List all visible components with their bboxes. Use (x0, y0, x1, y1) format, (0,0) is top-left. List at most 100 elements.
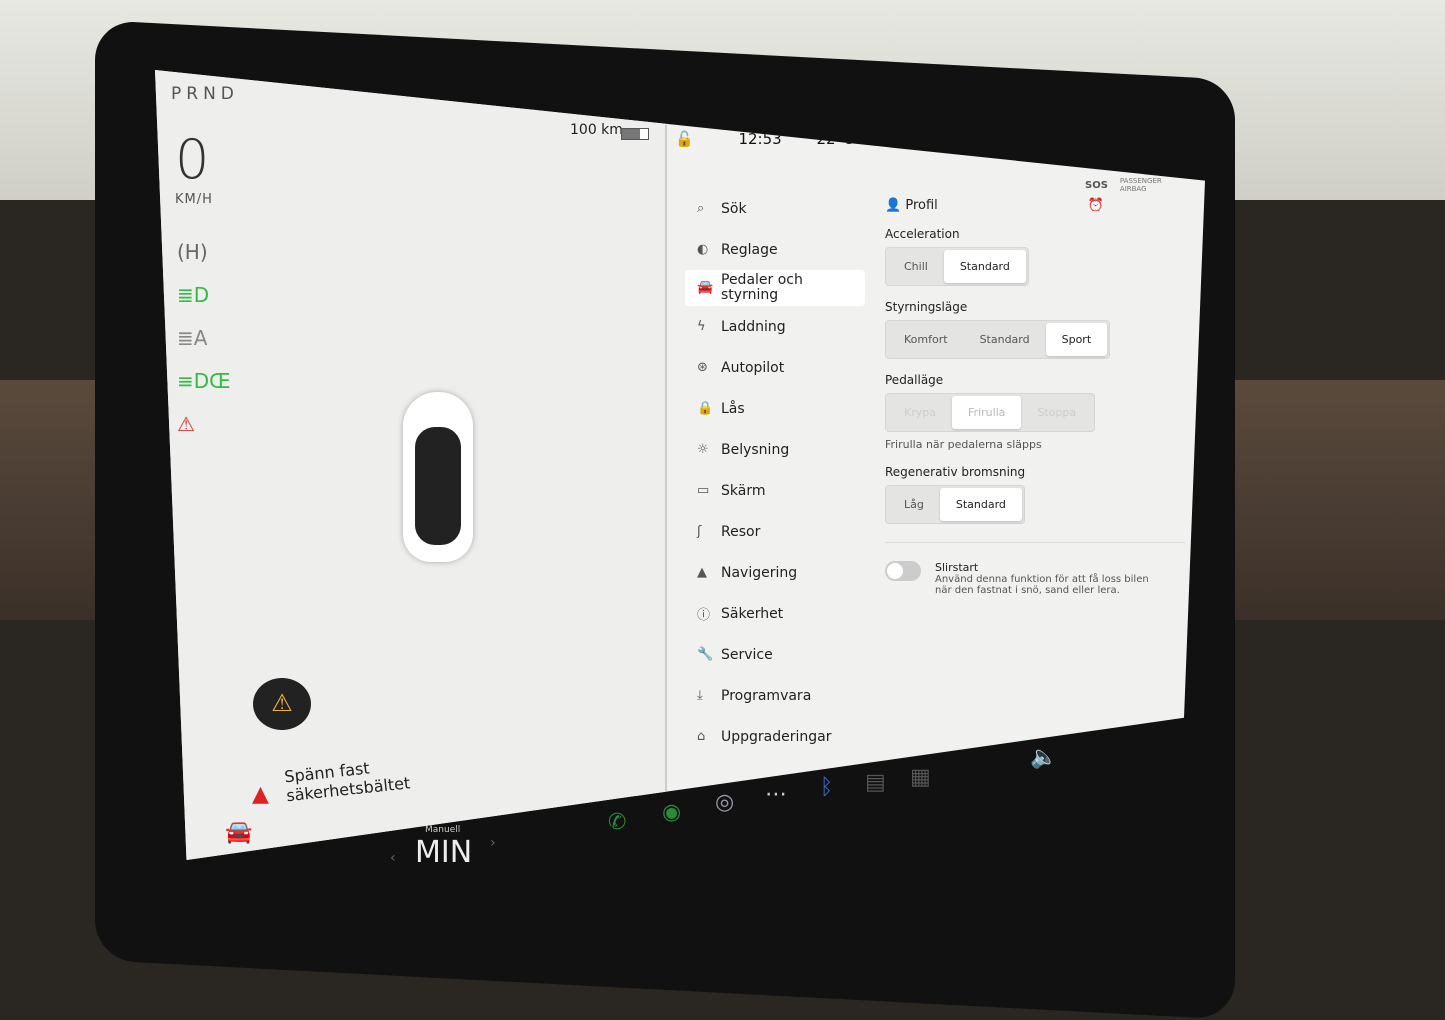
option-standard[interactable]: Standard (964, 323, 1046, 356)
parking-brake-hold-icon: (H) (177, 240, 208, 264)
menu-item-sakerhet[interactable]: ⓘ Säkerhet (685, 593, 865, 634)
menu-item-pedaler[interactable]: 🚘 Pedaler och styrning (685, 270, 865, 306)
menu-item-reglage[interactable]: ◐ Reglage (685, 229, 865, 270)
lock-icon[interactable]: 🔓 (675, 130, 694, 148)
menu-item-autopilot[interactable]: ⊛ Autopilot (685, 347, 865, 388)
speed-unit: KM/H (175, 192, 213, 207)
battery-icon (621, 128, 649, 140)
steering-label: Styrningsläge (885, 300, 968, 314)
menu-item-las[interactable]: 🔒 Lås (685, 388, 865, 429)
trips-icon: ʃ (697, 524, 702, 539)
navigation-icon: ▲ (697, 565, 707, 580)
option-frirulla[interactable]: Frirulla (951, 396, 1022, 429)
option-lag[interactable]: Låg (888, 488, 940, 521)
sos-icon: SOS (1085, 180, 1108, 192)
slip-start-toggle[interactable] (885, 561, 921, 581)
menu-label: Pedaler och styrning (721, 272, 803, 303)
menu-item-service[interactable]: 🔧 Service (685, 634, 865, 675)
alarm-icon: ⏰ (1087, 198, 1104, 213)
profile-button[interactable]: 👤 Profil ⏰ (885, 198, 1185, 213)
person-icon: 👤 (885, 198, 902, 213)
menu-label: Uppgraderingar (721, 728, 832, 745)
speed-value: 0 (175, 128, 210, 191)
menu-label: Reglage (721, 241, 778, 258)
search-icon: ⌕ (697, 201, 705, 216)
menu-item-skarm[interactable]: ▭ Skärm (685, 470, 865, 511)
menu-label: Belysning (721, 441, 790, 458)
menu-label: Säkerhet (721, 605, 784, 622)
pedal-selector: Krypa Frirulla Stoppa (885, 393, 1096, 432)
seatbelt-warning-icon: ⚠ (177, 412, 195, 436)
acceleration-selector: Chill Standard (885, 247, 1029, 286)
option-standard[interactable]: Standard (943, 250, 1026, 283)
volume-icon[interactable]: 🔈 (1030, 745, 1057, 770)
regen-label: Regenerativ bromsning (885, 465, 1026, 479)
settings-panel: 👤 Profil ⏰ Acceleration Chill Standard Sty… (885, 198, 1185, 596)
display-icon: ▭ (697, 483, 710, 498)
toggle-icon: ◐ (697, 242, 709, 257)
more-apps-icon[interactable]: ⋯ (765, 782, 787, 807)
car-icon[interactable]: 🚘 (225, 820, 252, 845)
option-standard[interactable]: Standard (939, 488, 1022, 521)
menu-item-sok[interactable]: ⌕ Sök (685, 188, 865, 229)
menu-label: Service (721, 646, 773, 663)
menu-label: Skärm (721, 482, 766, 499)
bolt-icon: ϟ (697, 319, 706, 334)
option-chill[interactable]: Chill (888, 250, 944, 283)
climate-mode: Manuell (425, 825, 461, 835)
pedal-label: Pedalläge (885, 373, 944, 387)
menu-item-belysning[interactable]: ☼ Belysning (685, 429, 865, 470)
menu-item-resor[interactable]: ʃ Resor (685, 511, 865, 552)
settings-menu: ⌕ Sök ◐ Reglage 🚘 Pedaler och styrning ϟ Lad… (685, 188, 865, 757)
slip-start-description: Använd denna funktion för att få loss bi… (935, 574, 1149, 596)
notes-icon[interactable]: ▤ (865, 770, 886, 795)
bluetooth-icon[interactable]: ᛒ (820, 775, 833, 800)
menu-label: Programvara (721, 687, 812, 704)
steering-selector: Komfort Standard Sport (885, 320, 1111, 359)
steering-wheel-icon: ⊛ (697, 360, 708, 375)
option-komfort[interactable]: Komfort (888, 323, 964, 356)
divider (665, 125, 667, 860)
menu-label: Sök (721, 200, 747, 217)
menu-label: Navigering (721, 564, 798, 581)
low-beam-icon: ≣D (177, 283, 210, 307)
acceleration-label: Acceleration (885, 227, 960, 241)
bag-icon: ⌂ (697, 729, 706, 744)
auto-high-beam-icon: ≣A (177, 326, 208, 350)
wrench-icon: 🔧 (697, 647, 714, 662)
menu-label: Lås (721, 400, 745, 417)
driver-cluster: PRND 0 KM/H 100 km (H) ≣D ≣A ≡DŒ ⚠ ⚠ ▲ S… (155, 70, 665, 860)
option-krypa[interactable]: Krypa (888, 396, 952, 429)
slip-start-label: Slirstart (935, 561, 979, 574)
temp-down-button[interactable]: ‹ (390, 850, 396, 866)
climate-temp[interactable]: MIN (415, 835, 472, 870)
camera-icon[interactable]: ◎ (715, 790, 734, 815)
profile-label: Profil (905, 198, 938, 213)
menu-item-laddning[interactable]: ϟ Laddning (685, 306, 865, 347)
taskbar: 🚘 ‹ Manuell MIN › ✆ ◉ ◎ ⋯ ᛒ ▤ ▦ 🔈 (180, 745, 1080, 890)
phone-icon[interactable]: ✆ (608, 810, 626, 835)
warning-button[interactable]: ⚠ (253, 678, 311, 730)
spotify-icon[interactable]: ◉ (662, 800, 681, 825)
option-stoppa[interactable]: Stoppa (1021, 396, 1092, 429)
menu-item-programvara[interactable]: ⤓ Programvara (685, 675, 865, 716)
menu-item-uppgraderingar[interactable]: ⌂ Uppgraderingar (685, 716, 865, 757)
sun-icon: ☼ (697, 442, 709, 457)
airbag-indicator: PASSENGER AIRBAG (1119, 177, 1162, 193)
regen-selector: Låg Standard (885, 485, 1025, 524)
car-visualization (403, 392, 473, 562)
menu-label: Resor (721, 523, 761, 540)
menu-item-navigering[interactable]: ▲ Navigering (685, 552, 865, 593)
menu-label: Autopilot (721, 359, 785, 376)
gear-selector: PRND (171, 84, 239, 104)
range-value: 100 km (570, 122, 623, 138)
menu-label: Laddning (721, 318, 786, 335)
calendar-icon[interactable]: ▦ (910, 765, 931, 790)
option-sport[interactable]: Sport (1045, 323, 1108, 356)
lock-icon: 🔒 (697, 401, 714, 416)
temp-up-button[interactable]: › (490, 835, 496, 851)
car-icon: 🚘 (697, 280, 714, 296)
download-icon: ⤓ (697, 688, 703, 703)
status-indicators: SOS PASSENGER AIRBAG (1085, 177, 1180, 193)
parking-lights-icon: ≡DŒ (177, 369, 231, 393)
